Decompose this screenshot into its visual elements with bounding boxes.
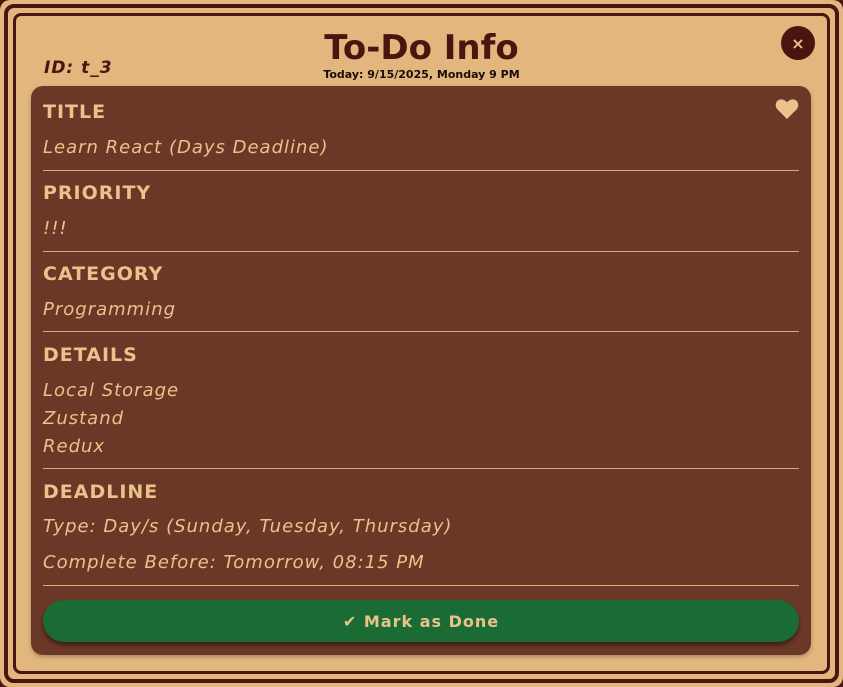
category-value: Programming bbox=[43, 299, 177, 320]
info-panel: TITLE Learn React (Days Deadline) PRIORI… bbox=[31, 86, 811, 655]
details-label: DETAILS bbox=[43, 344, 138, 366]
close-button[interactable]: × bbox=[781, 26, 815, 60]
deadline-label: DEADLINE bbox=[43, 481, 159, 503]
details-item: Zustand bbox=[43, 408, 125, 429]
details-item: Redux bbox=[43, 436, 106, 457]
page-title: To-Do Info bbox=[324, 28, 519, 68]
title-label: TITLE bbox=[43, 101, 107, 123]
today-date: Today: 9/15/2025, Monday 9 PM bbox=[323, 68, 520, 81]
section-title: TITLE Learn React (Days Deadline) bbox=[43, 101, 799, 171]
close-icon: × bbox=[791, 33, 805, 53]
title-value: Learn React (Days Deadline) bbox=[43, 137, 329, 158]
section-category: CATEGORY Programming bbox=[43, 263, 799, 332]
details-item: Local Storage bbox=[43, 380, 180, 401]
category-label: CATEGORY bbox=[43, 263, 164, 285]
mark-done-button[interactable]: ✔ Mark as Done bbox=[43, 600, 799, 642]
deadline-type: Type: Day/s (Sunday, Tuesday, Thursday) bbox=[43, 516, 453, 537]
priority-label: PRIORITY bbox=[43, 182, 152, 204]
section-priority: PRIORITY !!! bbox=[43, 182, 799, 252]
section-details: DETAILS Local Storage Zustand Redux bbox=[43, 344, 799, 469]
priority-value: !!! bbox=[43, 218, 68, 239]
section-deadline: DEADLINE Type: Day/s (Sunday, Tuesday, T… bbox=[43, 481, 799, 586]
deadline-complete-before: Complete Before: Tomorrow, 08:15 PM bbox=[43, 552, 425, 573]
